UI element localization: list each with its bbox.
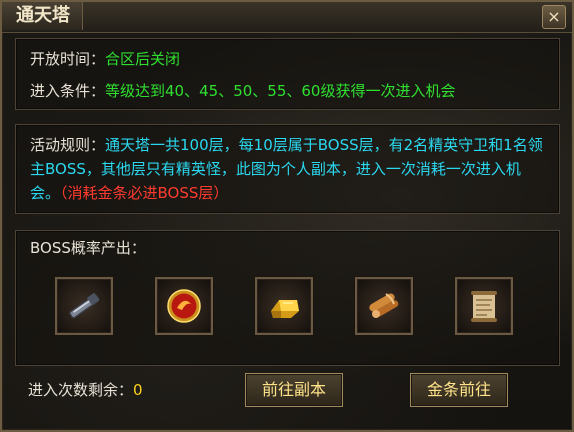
open-time-row: 开放时间：合区后关闭 bbox=[30, 48, 180, 69]
remaining-label: 进入次数剩余： bbox=[28, 381, 134, 399]
remaining-value: 0 bbox=[133, 381, 143, 399]
open-time-label: 开放时间： bbox=[30, 50, 106, 68]
tongtian-tower-window: 通天塔 × 开放时间：合区后关闭 进入条件：等级达到40、45、50、55、60… bbox=[0, 0, 574, 432]
open-time-value: 合区后关闭 bbox=[105, 50, 181, 68]
rules-label: 活动规则： bbox=[30, 136, 106, 154]
entry-condition-value: 等级达到40、45、50、55、60级获得一次进入机会 bbox=[105, 82, 456, 100]
entry-condition-row: 进入条件：等级达到40、45、50、55、60级获得一次进入机会 bbox=[30, 80, 455, 101]
red-orb-icon bbox=[167, 289, 201, 323]
window-title: 通天塔 bbox=[2, 2, 83, 30]
drop-slot-1[interactable] bbox=[55, 277, 113, 335]
drops-label: BOSS概率产出： bbox=[30, 239, 146, 257]
rules-panel: 活动规则：通天塔一共100层，每10层属于BOSS层，有2名精英守卫和1名领主B… bbox=[15, 124, 560, 214]
goto-dungeon-button[interactable]: 前往副本 bbox=[245, 373, 343, 407]
scroll-blade-icon bbox=[69, 292, 100, 319]
gold-bar-icon bbox=[271, 300, 299, 318]
drop-slot-2[interactable] bbox=[155, 277, 213, 335]
info-panel: 开放时间：合区后关闭 进入条件：等级达到40、45、50、55、60级获得一次进… bbox=[15, 38, 560, 110]
drop-slot-4[interactable] bbox=[355, 277, 413, 335]
rolled-scroll-icon bbox=[369, 293, 399, 318]
title-bar[interactable]: 通天塔 × bbox=[2, 2, 572, 33]
close-icon[interactable]: × bbox=[542, 5, 566, 29]
rules-note: （消耗金条必进BOSS层） bbox=[60, 184, 229, 202]
rules-text-block: 活动规则：通天塔一共100层，每10层属于BOSS层，有2名精英守卫和1名领主B… bbox=[30, 133, 550, 205]
remaining-entries: 进入次数剩余：0 bbox=[28, 379, 143, 400]
drop-slot-5[interactable] bbox=[455, 277, 513, 335]
drop-slot-3[interactable] bbox=[255, 277, 313, 335]
map-scroll-icon bbox=[471, 291, 497, 322]
drops-panel: BOSS概率产出： bbox=[15, 230, 560, 366]
gold-goto-button[interactable]: 金条前往 bbox=[410, 373, 508, 407]
entry-condition-label: 进入条件： bbox=[30, 82, 106, 100]
